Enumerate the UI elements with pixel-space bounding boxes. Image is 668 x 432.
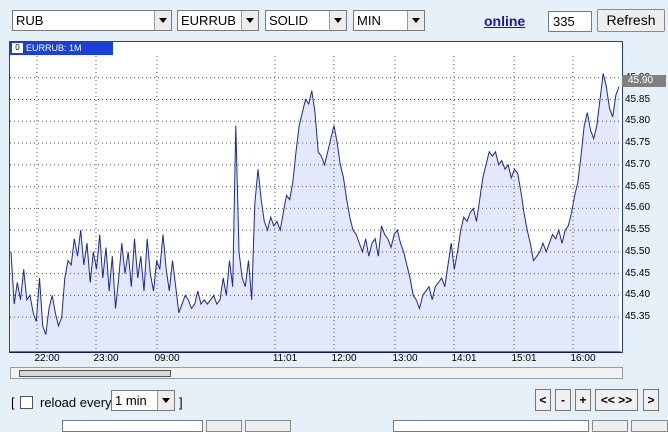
y-tick-label: 45.55 (625, 224, 651, 236)
x-tick-label: 13:00 (392, 353, 418, 364)
chart-canvas (10, 56, 621, 353)
y-tick-label: 45.35 (625, 311, 651, 323)
series-tab[interactable]: 0 EURRUB: 1M (10, 42, 113, 55)
y-tick-label: 45.65 (625, 180, 651, 192)
bottom-add-button-right[interactable] (592, 420, 628, 432)
bottom-clear-button-left[interactable] (245, 420, 291, 432)
bottom-add-button-left[interactable] (206, 420, 242, 432)
reload-bracket-close: ] (179, 395, 183, 410)
x-tick-label: 23:00 (93, 353, 119, 364)
series-tab-index: 0 (12, 43, 23, 53)
reload-interval-select[interactable]: 1 min (111, 390, 175, 411)
x-tick-label: 11:01 (272, 353, 298, 364)
bottom-select-left[interactable] (62, 420, 203, 432)
y-tick-label: 45.40 (625, 289, 651, 301)
chart-scrollbar[interactable] (10, 367, 623, 379)
y-tick-label: 45.45 (625, 267, 651, 279)
y-tick-label: 45.80 (625, 115, 651, 127)
bottom-select-right[interactable] (393, 420, 589, 432)
x-tick-label: 12:00 (331, 353, 357, 364)
y-tick-label: 45.50 (625, 245, 651, 257)
nav-all-button[interactable]: << >> (595, 389, 638, 411)
x-tick-label: 15:01 (511, 353, 537, 364)
x-tick-label: 14:01 (451, 353, 477, 364)
nav-first-button[interactable]: < (535, 389, 551, 411)
y-tick-label: 45.85 (625, 93, 651, 105)
y-tick-label: 45.70 (625, 158, 651, 170)
nav-minus-button[interactable]: - (555, 389, 571, 411)
x-tick-label: 22:00 (34, 353, 60, 364)
scrollbar-thumb[interactable] (19, 370, 171, 377)
chevron-down-icon[interactable] (157, 391, 174, 410)
reload-label: reload every (40, 395, 112, 410)
x-tick-label: 09:00 (154, 353, 180, 364)
reload-checkbox[interactable] (20, 396, 33, 409)
reload-bracket-open: [ (11, 395, 15, 410)
last-value-tag: 45.90 (622, 75, 666, 87)
y-tick-label: 45.60 (625, 202, 651, 214)
y-tick-label: 45.75 (625, 137, 651, 149)
x-tick-label: 16:00 (570, 353, 596, 364)
nav-plus-button[interactable]: + (575, 389, 591, 411)
reload-interval-value: 1 min (115, 393, 147, 408)
nav-last-button[interactable]: > (643, 389, 659, 411)
bottom-clear-button-right[interactable] (631, 420, 668, 432)
series-tab-label: EURRUB: 1M (26, 43, 82, 53)
